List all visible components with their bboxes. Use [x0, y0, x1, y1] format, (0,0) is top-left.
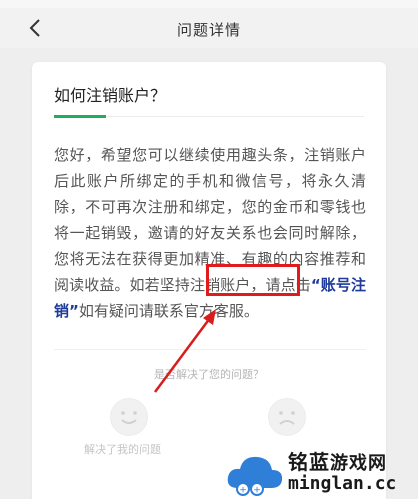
- feedback-question: 是否解决了您的问题？: [154, 368, 264, 381]
- cloud-logo-icon: + +: [227, 456, 283, 496]
- top-navigation-bar: 问题详情: [0, 8, 418, 48]
- watermark-brand: 铭蓝游戏网: [288, 450, 387, 474]
- watermark-url: minglan.cc: [288, 473, 397, 494]
- svg-text:+: +: [253, 486, 261, 496]
- answer-text-after: 如有疑问请联系官方客服。: [78, 302, 259, 320]
- smile-face-icon[interactable]: [110, 398, 148, 436]
- title-accent-underline: [54, 115, 106, 118]
- feedback-divider: [54, 349, 366, 350]
- sad-face-icon[interactable]: [268, 398, 306, 436]
- page-title: 问题详情: [176, 21, 241, 39]
- svg-text:+: +: [239, 486, 247, 496]
- solved-button-label[interactable]: 解决了我的问题: [84, 441, 161, 457]
- annotation-highlight-box: [206, 264, 300, 296]
- answer-body: 您好，希望您可以继续使用趣头条，注销账户后此账户所绑定的手机和微信号，将永久清除…: [54, 142, 366, 324]
- title-divider: [106, 116, 364, 117]
- site-watermark: + + 铭蓝游戏网 minglan.cc: [226, 444, 418, 499]
- question-title: 如何注销账户？: [54, 86, 167, 105]
- status-bar: [0, 0, 418, 8]
